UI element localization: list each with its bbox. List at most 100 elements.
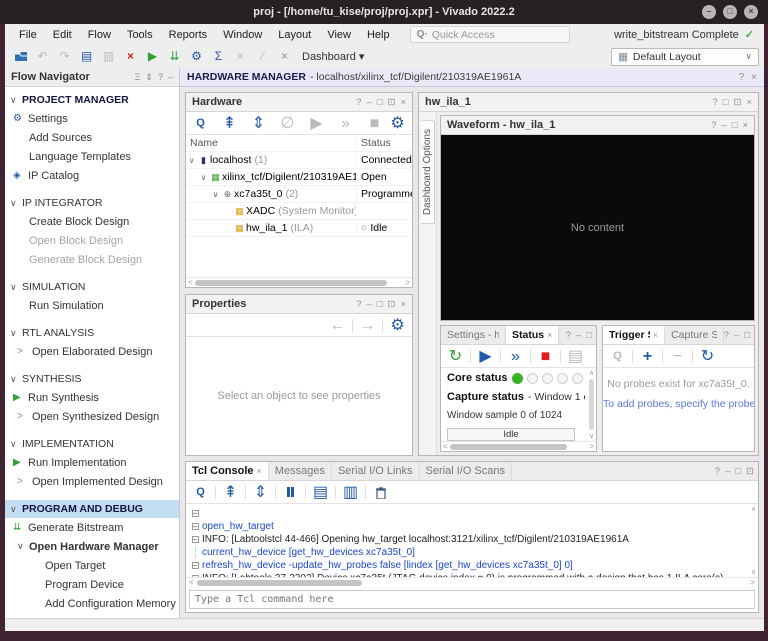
compare-button[interactable]: ▤ — [565, 347, 586, 366]
help-icon[interactable]: ? — [158, 72, 163, 83]
settings-gear-button[interactable]: ⚙ — [186, 47, 207, 66]
menu-view[interactable]: View — [319, 27, 359, 43]
collapse-all-button[interactable]: ⇞ — [219, 114, 240, 133]
scroll-left-icon[interactable]: < — [189, 579, 194, 587]
status-hscrollbar[interactable]: < > — [441, 441, 596, 451]
recalculate-button[interactable]: ↻ — [697, 347, 718, 366]
help-icon[interactable]: ? — [566, 330, 571, 341]
maximize-icon[interactable]: □ — [735, 466, 741, 477]
tree-row-device[interactable]: ∨ ⊕xc7a35t_0(2) Programmed — [186, 186, 412, 203]
expand-all-button[interactable]: ⇕ — [248, 114, 269, 133]
run-button[interactable]: ▶ — [142, 47, 163, 66]
add-probe-button[interactable]: + — [637, 347, 658, 366]
close-icon[interactable]: × — [653, 330, 658, 340]
float-icon[interactable]: ⊡ — [387, 97, 395, 108]
word-wrap-button[interactable]: ▥ — [340, 483, 361, 502]
float-icon[interactable]: ⊡ — [733, 97, 741, 108]
scroll-up-icon[interactable]: ∧ — [589, 369, 594, 377]
help-icon[interactable]: ? — [356, 97, 361, 108]
maximize-icon[interactable]: □ — [377, 299, 383, 310]
run-trigger-immediate-button[interactable]: » — [335, 114, 356, 133]
help-icon[interactable]: ? — [712, 97, 717, 108]
window-maximize-button[interactable]: □ — [723, 5, 737, 19]
sidebar-item-open-implemented-design[interactable]: > Open Implemented Design — [5, 472, 179, 491]
float-icon[interactable]: ⊡ — [387, 299, 395, 310]
minimize-icon[interactable]: – — [725, 466, 730, 477]
tcl-command-input[interactable] — [190, 594, 754, 605]
sidebar-item-run-simulation[interactable]: Run Simulation — [5, 296, 179, 315]
collapse-marker-icon[interactable] — [191, 510, 199, 517]
tree-row-xadc[interactable]: ▦ XADC (System Monitor) — [186, 203, 412, 220]
section-synthesis[interactable]: ∨ SYNTHESIS — [5, 370, 179, 388]
sidebar-item-create-block-design[interactable]: Create Block Design — [5, 212, 179, 231]
maximize-icon[interactable]: □ — [732, 120, 738, 131]
tree-row-hw-ila[interactable]: ▦ hw_ila_1 (ILA) ○ Idle — [186, 220, 412, 237]
expand-collapse-icon[interactable]: ⇕ — [145, 72, 153, 83]
sidebar-item-add-sources[interactable]: Add Sources — [5, 128, 179, 147]
sidebar-item-settings[interactable]: ⚙ Settings — [5, 109, 179, 128]
sidebar-item-ip-catalog[interactable]: ◈ IP Catalog — [5, 166, 179, 185]
forward-button[interactable]: → — [357, 316, 378, 335]
report-sigma-button[interactable]: Σ — [208, 47, 229, 66]
search-button[interactable]: Q — [190, 483, 211, 502]
console-hscrollbar[interactable]: < > — [186, 577, 758, 588]
menu-layout[interactable]: Layout — [270, 27, 319, 43]
remove-probe-button[interactable]: − — [667, 347, 688, 366]
sidebar-item-run-implementation[interactable]: ▶ Run Implementation — [5, 453, 179, 472]
back-button[interactable]: ← — [327, 316, 348, 335]
flow-status-message[interactable]: write_bitstream Complete — [614, 29, 739, 41]
section-ip-integrator[interactable]: ∨ IP INTEGRATOR — [5, 194, 179, 212]
section-rtl-analysis[interactable]: ∨ RTL ANALYSIS — [5, 324, 179, 342]
menu-file[interactable]: File — [11, 27, 45, 43]
minimize-icon[interactable]: – — [366, 299, 371, 310]
scroll-right-icon[interactable]: > — [405, 278, 410, 287]
scroll-left-icon[interactable]: < — [188, 278, 193, 287]
close-icon[interactable]: × — [547, 330, 552, 340]
collapse-marker-icon[interactable] — [191, 523, 199, 530]
tab-serial-io-scans[interactable]: Serial I/O Scans — [420, 462, 513, 480]
search-button[interactable]: Q — [607, 347, 628, 366]
edit-pencil-button[interactable]: ∕ — [252, 47, 273, 66]
scroll-down-icon[interactable]: ∨ — [751, 568, 756, 576]
section-program-and-debug[interactable]: ∨ PROGRAM AND DEBUG — [5, 500, 179, 518]
sidebar-item-open-hardware-manager[interactable]: ∨ Open Hardware Manager — [5, 537, 179, 556]
menu-flow[interactable]: Flow — [80, 27, 119, 43]
sidebar-item-generate-bitstream[interactable]: ⇊ Generate Bitstream — [5, 518, 179, 537]
redo-button[interactable]: ↷ — [54, 47, 75, 66]
run-trigger-button[interactable]: ▶ — [306, 114, 327, 133]
menu-help[interactable]: Help — [359, 27, 398, 43]
scroll-right-icon[interactable]: > — [750, 579, 755, 587]
dashboard-dropdown[interactable]: Dashboard ▾ — [296, 50, 370, 63]
scroll-up-icon[interactable]: ∧ — [751, 505, 756, 513]
menu-reports[interactable]: Reports — [161, 27, 216, 43]
layout-selector[interactable]: ▦ Default Layout ∨ — [611, 47, 759, 66]
section-simulation[interactable]: ∨ SIMULATION — [5, 278, 179, 296]
scroll-left-icon[interactable]: < — [443, 442, 448, 451]
tab-messages[interactable]: Messages — [269, 462, 332, 480]
help-icon[interactable]: ? — [711, 120, 716, 131]
probes-file-link[interactable]: To add probes, specify the probes file a… — [603, 398, 754, 410]
clear-console-button[interactable] — [370, 483, 391, 502]
scroll-down-icon[interactable]: ∨ — [589, 432, 594, 440]
sidebar-item-open-synthesized-design[interactable]: > Open Synthesized Design — [5, 407, 179, 426]
sidebar-item-program-device[interactable]: Program Device — [5, 575, 179, 594]
tcl-console-output[interactable]: open_hw_target INFO: [Labtoolstcl 44-466… — [186, 504, 758, 577]
console-vscrollbar[interactable]: ∧ ∨ — [749, 504, 758, 577]
generate-bitstream-toolbar-button[interactable]: ⇊ — [164, 47, 185, 66]
menu-window[interactable]: Window — [215, 27, 270, 43]
close-icon[interactable]: × — [751, 72, 757, 83]
close-icon[interactable]: × — [257, 466, 262, 476]
help-icon[interactable]: ? — [356, 299, 361, 310]
run-immediate-button[interactable]: » — [505, 347, 526, 366]
run-trigger-button[interactable]: ▶ — [475, 347, 496, 366]
save-button[interactable] — [10, 47, 31, 66]
maximize-icon[interactable]: □ — [377, 97, 383, 108]
paste-button[interactable]: ▥ — [98, 47, 119, 66]
scroll-right-icon[interactable]: > — [589, 442, 594, 451]
stop-trigger-button[interactable]: ■ — [364, 114, 385, 133]
section-project-manager[interactable]: ∨ PROJECT MANAGER — [5, 91, 179, 109]
tab-capture-setup[interactable]: Capture Setup — [665, 326, 724, 344]
minimize-icon[interactable]: – — [168, 72, 173, 83]
gear-icon[interactable]: ⚙ — [387, 316, 408, 335]
sidebar-item-add-config-memory-device[interactable]: Add Configuration Memory Device — [5, 594, 179, 613]
